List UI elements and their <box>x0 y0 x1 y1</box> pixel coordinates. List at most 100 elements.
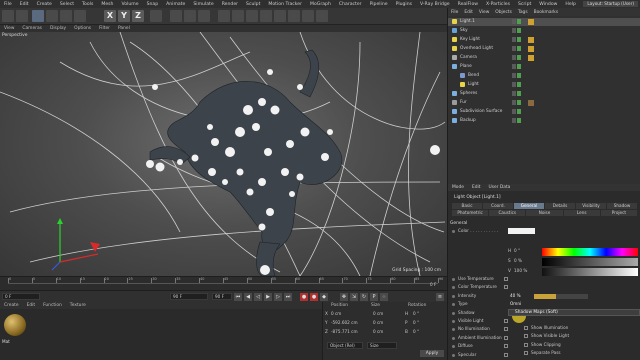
menu-pipeline[interactable]: Pipeline <box>366 2 392 7</box>
redo-icon[interactable] <box>16 10 28 22</box>
object-row-overhead-light[interactable]: Overhead Light <box>448 45 640 53</box>
visibility-flags-icon[interactable] <box>512 46 522 51</box>
layout-selector[interactable]: Layout: Startup (User) <box>583 1 638 7</box>
checkbox[interactable] <box>524 326 528 330</box>
object-row-subdivision-surface[interactable]: Subdivision Surface <box>448 108 640 116</box>
visibility-flags-icon[interactable] <box>512 91 522 96</box>
scale-key-icon[interactable]: ⇲ <box>350 293 358 301</box>
object-name[interactable]: Plane <box>460 64 472 69</box>
rotation-field[interactable]: 0 ° <box>413 329 419 334</box>
viewport-menu-options[interactable]: Options <box>70 26 95 31</box>
sat-value[interactable]: 0 % <box>514 258 522 263</box>
hue-value[interactable]: 0 ° <box>514 248 520 253</box>
option-show-illumination[interactable]: Show Illumination <box>531 325 568 330</box>
coord-mode-select[interactable]: Object (Rel) <box>327 342 363 349</box>
material-menu-edit[interactable]: Edit <box>23 303 40 308</box>
hue-slider[interactable] <box>542 248 638 256</box>
menu-tools[interactable]: Tools <box>78 2 97 7</box>
tab-general[interactable]: General <box>514 203 544 209</box>
next-key-icon[interactable]: ▷ <box>274 293 282 301</box>
checkbox[interactable] <box>504 285 508 290</box>
menu-x-particles[interactable]: X-Particles <box>482 2 514 7</box>
x-axis-lock-button[interactable]: X <box>104 10 116 22</box>
visibility-flags-icon[interactable] <box>512 19 522 24</box>
subdivision-icon[interactable] <box>246 10 258 22</box>
color-swatch[interactable] <box>508 228 535 234</box>
viewport-menu-cameras[interactable]: Cameras <box>18 26 46 31</box>
y-axis-lock-button[interactable]: Y <box>118 10 130 22</box>
object-row-key-light[interactable]: Key Light <box>448 36 640 44</box>
animate-dot-icon[interactable] <box>452 286 455 290</box>
menu-animate[interactable]: Animate <box>162 2 189 7</box>
tab-noise[interactable]: Noise <box>526 210 563 216</box>
tab-caustics[interactable]: Caustics <box>489 210 526 216</box>
preview-end-field[interactable]: 90 F <box>212 293 232 300</box>
tab-lens[interactable]: Lens <box>563 210 600 216</box>
object-name[interactable]: Backup <box>460 118 476 123</box>
render-settings-icon[interactable] <box>198 10 210 22</box>
visibility-flags-icon[interactable] <box>512 109 522 114</box>
object-tag-icon[interactable] <box>528 19 534 25</box>
animate-dot-icon[interactable] <box>452 294 455 298</box>
checkbox[interactable] <box>504 319 508 323</box>
checkbox[interactable] <box>504 344 508 349</box>
bend-icon[interactable] <box>274 10 286 22</box>
object-tag-icon[interactable] <box>528 100 534 106</box>
visibility-flags-icon[interactable] <box>512 55 522 60</box>
timeline-menu-icon[interactable]: ≡ <box>436 293 444 301</box>
world-coord-icon[interactable] <box>150 10 162 22</box>
material-menu-function[interactable]: Function <box>39 303 66 308</box>
object-name[interactable]: Light.1 <box>460 19 475 24</box>
timeline[interactable]: 0 5 10 15 20 25 30 35 40 45 50 55 60 65 70 75 80 85 90 <box>0 276 447 290</box>
option-separate-pass[interactable]: Separate Pass <box>531 350 561 355</box>
object-menu-edit[interactable]: Edit <box>461 10 476 15</box>
visibility-flags-icon[interactable] <box>512 28 522 33</box>
menu-window[interactable]: Window <box>535 2 561 7</box>
prev-key-icon[interactable]: ◀ <box>244 293 252 301</box>
object-row-spheres[interactable]: Spheres <box>448 90 640 98</box>
end-frame-field[interactable]: 90 F <box>170 293 208 300</box>
menu-file[interactable]: File <box>0 2 16 7</box>
animate-dot-icon[interactable] <box>452 303 455 307</box>
viewport-scene[interactable] <box>0 32 447 276</box>
checkbox[interactable] <box>504 335 508 340</box>
viewport-menu-display[interactable]: Display <box>46 26 70 31</box>
object-menu-view[interactable]: View <box>476 10 492 15</box>
cube-icon[interactable] <box>218 10 230 22</box>
object-row-fur[interactable]: Fur <box>448 99 640 107</box>
menu-snap[interactable]: Snap <box>143 2 163 7</box>
tab-details[interactable]: Details <box>545 203 575 209</box>
pen-icon[interactable] <box>232 10 244 22</box>
object-menu-tags[interactable]: Tags <box>515 10 531 15</box>
rotation-field[interactable]: 0 ° <box>413 320 419 325</box>
material-name[interactable]: Mat <box>2 339 10 344</box>
menu-simulate[interactable]: Simulate <box>189 2 217 7</box>
point-level-icon[interactable]: ⁘ <box>380 293 388 301</box>
object-tag-icon[interactable] <box>528 55 534 61</box>
keyframe-selection-icon[interactable]: ◆ <box>320 293 328 301</box>
menu-volume[interactable]: Volume <box>117 2 142 7</box>
object-row-camera[interactable]: Camera <box>448 54 640 62</box>
size-mode-select[interactable]: Size <box>367 342 397 349</box>
object-name[interactable]: Camera <box>460 55 477 60</box>
object-row-light-1[interactable]: Light.1 <box>448 18 640 26</box>
material-menu-create[interactable]: Create <box>0 303 23 308</box>
apply-button[interactable]: Apply <box>420 350 444 357</box>
rotation-field[interactable]: 0 ° <box>413 311 419 316</box>
viewport-menu-view[interactable]: View <box>0 26 18 31</box>
checkbox[interactable] <box>524 342 528 347</box>
attr-value[interactable]: Omni <box>510 301 521 306</box>
viewport-menu-filter[interactable]: Filter <box>95 26 114 31</box>
play-icon[interactable]: ▶ <box>264 293 272 301</box>
position-field[interactable]: -875.771 cm <box>331 329 358 334</box>
viewport-3d[interactable]: Perspective Grid Spacing: 100 cm <box>0 32 447 276</box>
tab-photometric[interactable]: Photometric <box>452 210 489 216</box>
goto-end-icon[interactable]: ⏭ <box>284 293 292 301</box>
object-row-bend[interactable]: Bend <box>448 72 640 80</box>
menu-plugins[interactable]: Plugins <box>392 2 416 7</box>
menu-mograph[interactable]: MoGraph <box>306 2 335 7</box>
intensity-slider[interactable] <box>534 294 588 299</box>
position-field[interactable]: 0 cm <box>331 311 341 316</box>
play-reverse-icon[interactable]: ◁ <box>254 293 262 301</box>
floor-icon[interactable] <box>288 10 300 22</box>
